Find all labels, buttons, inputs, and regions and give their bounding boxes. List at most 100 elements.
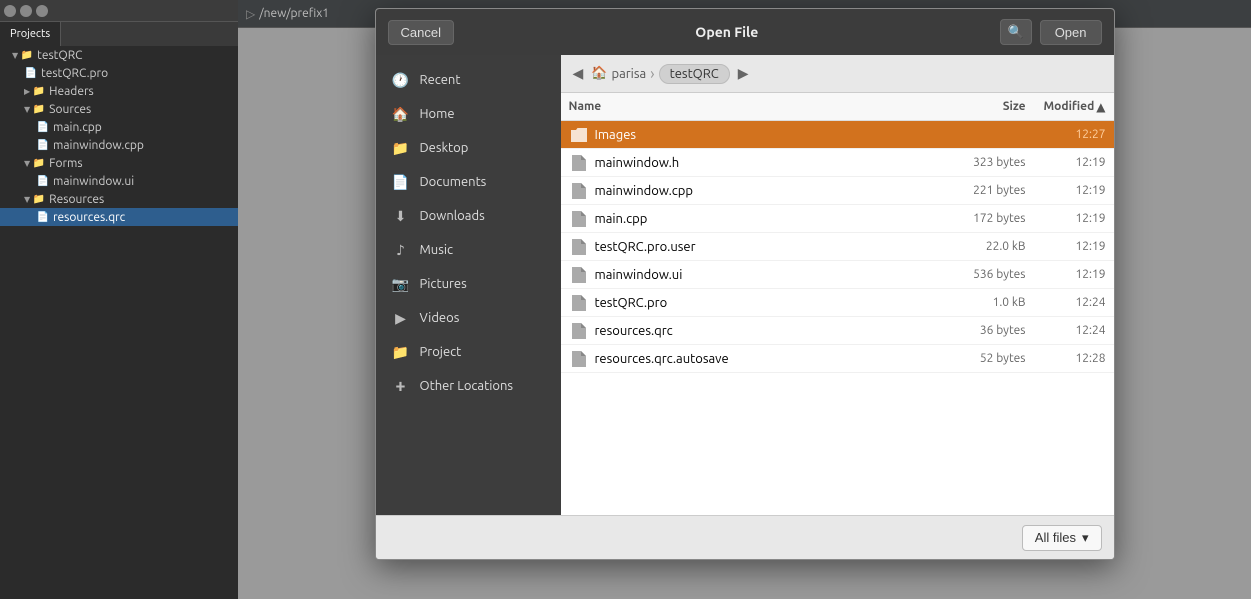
tab-projects[interactable]: Projects bbox=[0, 22, 61, 46]
file-icon bbox=[569, 237, 589, 257]
home-icon: 🏠 bbox=[591, 66, 607, 81]
tree-label: main.cpp bbox=[53, 121, 102, 134]
folder-icon: 📁 bbox=[32, 84, 46, 98]
file-icon bbox=[569, 349, 589, 369]
file-modified: 12:27 bbox=[1026, 128, 1106, 141]
file-row-main-cpp[interactable]: main.cpp 172 bytes 12:19 bbox=[561, 205, 1114, 233]
tree-item-mainwindow-ui[interactable]: 📄 mainwindow.ui bbox=[0, 172, 238, 190]
file-row-mainwindow-ui[interactable]: mainwindow.ui 536 bytes 12:19 bbox=[561, 261, 1114, 289]
search-button[interactable]: 🔍 bbox=[1000, 19, 1032, 45]
file-name: mainwindow.ui bbox=[595, 268, 936, 282]
tree-label: testQRC bbox=[37, 49, 82, 62]
file-name: mainwindow.cpp bbox=[595, 184, 936, 198]
pictures-icon: 📷 bbox=[392, 275, 410, 293]
nav-label: Documents bbox=[420, 175, 487, 189]
breadcrumb-sep: › bbox=[650, 65, 655, 83]
file-size: 52 bytes bbox=[936, 352, 1026, 365]
open-button[interactable]: Open bbox=[1040, 20, 1102, 45]
file-row-testqrc-pro-user[interactable]: testQRC.pro.user 22.0 kB 12:19 bbox=[561, 233, 1114, 261]
tree-item-testqrc-pro[interactable]: 📄 testQRC.pro bbox=[0, 64, 238, 82]
tree-item-forms[interactable]: ▼ 📁 Forms bbox=[0, 154, 238, 172]
nav-item-home[interactable]: 🏠 Home bbox=[376, 97, 561, 131]
file-icon bbox=[569, 153, 589, 173]
nav-item-documents[interactable]: 📄 Documents bbox=[376, 165, 561, 199]
tree-item-headers[interactable]: ▶ 📁 Headers bbox=[0, 82, 238, 100]
project-icon: 📁 bbox=[392, 343, 410, 361]
tree-item-sources[interactable]: ▼ 📁 Sources bbox=[0, 100, 238, 118]
file-modified: 12:19 bbox=[1026, 268, 1106, 281]
dialog-header: Cancel Open File 🔍 Open bbox=[376, 9, 1114, 55]
filter-arrow-icon: ▾ bbox=[1082, 530, 1089, 546]
tree-label: Headers bbox=[49, 85, 94, 98]
tree-item-resources-qrc[interactable]: 📄 resources.qrc bbox=[0, 208, 238, 226]
filter-label: All files bbox=[1035, 530, 1076, 545]
filter-dropdown[interactable]: All files ▾ bbox=[1022, 525, 1102, 551]
file-modified: 12:19 bbox=[1026, 156, 1106, 169]
file-name: resources.qrc bbox=[595, 324, 936, 338]
back-button[interactable]: ◀ bbox=[569, 63, 588, 84]
nav-item-other-locations[interactable]: + Other Locations bbox=[376, 369, 561, 403]
expand-arrow: ▼ bbox=[24, 105, 30, 114]
file-row-testqrc-pro[interactable]: testQRC.pro 1.0 kB 12:24 bbox=[561, 289, 1114, 317]
file-modified: 12:19 bbox=[1026, 212, 1106, 225]
nav-label: Home bbox=[420, 107, 455, 121]
cancel-button[interactable]: Cancel bbox=[388, 20, 454, 45]
file-size: 172 bytes bbox=[936, 212, 1026, 225]
documents-icon: 📄 bbox=[392, 173, 410, 191]
file-size: 221 bytes bbox=[936, 184, 1026, 197]
home-icon: 🏠 bbox=[392, 105, 410, 123]
expand-arrow: ▼ bbox=[24, 159, 30, 168]
dialog-overlay: Cancel Open File 🔍 Open 🕐 Recent 🏠 bbox=[238, 0, 1251, 599]
pro-icon: 📄 bbox=[24, 66, 38, 80]
tree-item-resources[interactable]: ▼ 📁 Resources bbox=[0, 190, 238, 208]
file-modified: 12:24 bbox=[1026, 296, 1106, 309]
nav-item-recent[interactable]: 🕐 Recent bbox=[376, 63, 561, 97]
nav-item-videos[interactable]: ▶ Videos bbox=[376, 301, 561, 335]
file-browser: ◀ 🏠 parisa › testQRC ▶ Name Size bbox=[561, 55, 1114, 515]
folder-icon bbox=[569, 125, 589, 145]
file-name: mainwindow.h bbox=[595, 156, 936, 170]
toolbar-btn-2[interactable] bbox=[20, 5, 32, 17]
file-row-mainwindow-cpp[interactable]: mainwindow.cpp 221 bytes 12:19 bbox=[561, 177, 1114, 205]
file-modified: 12:24 bbox=[1026, 324, 1106, 337]
tree-item-mainwindow-cpp[interactable]: 📄 mainwindow.cpp bbox=[0, 136, 238, 154]
file-list: Images 12:27 ma bbox=[561, 121, 1114, 515]
cpp-icon: 📄 bbox=[36, 138, 50, 152]
nav-item-music[interactable]: ♪ Music bbox=[376, 233, 561, 267]
file-name: testQRC.pro.user bbox=[595, 240, 936, 254]
toolbar-btn-1[interactable] bbox=[4, 5, 16, 17]
col-size-header[interactable]: Size bbox=[936, 100, 1026, 113]
nav-item-desktop[interactable]: 📁 Desktop bbox=[376, 131, 561, 165]
nav-label: Videos bbox=[420, 311, 460, 325]
videos-icon: ▶ bbox=[392, 309, 410, 327]
file-row-resources-qrc[interactable]: resources.qrc 36 bytes 12:24 bbox=[561, 317, 1114, 345]
tree-item-main-cpp[interactable]: 📄 main.cpp bbox=[0, 118, 238, 136]
open-file-dialog: Cancel Open File 🔍 Open 🕐 Recent 🏠 bbox=[375, 8, 1115, 560]
col-modified-header[interactable]: Modified ▲ bbox=[1026, 100, 1106, 114]
nav-item-project[interactable]: 📁 Project bbox=[376, 335, 561, 369]
breadcrumb-current[interactable]: testQRC bbox=[659, 64, 730, 84]
column-headers: Name Size Modified ▲ bbox=[561, 93, 1114, 121]
file-size: 323 bytes bbox=[936, 156, 1026, 169]
file-row-images[interactable]: Images 12:27 bbox=[561, 121, 1114, 149]
file-size: 1.0 kB bbox=[936, 296, 1026, 309]
nav-label: Recent bbox=[420, 73, 461, 87]
file-name: resources.qrc.autosave bbox=[595, 352, 936, 366]
file-name: Images bbox=[595, 128, 936, 142]
tree-item-testqrc[interactable]: ▼ 📁 testQRC bbox=[0, 46, 238, 64]
search-icon: 🔍 bbox=[1008, 24, 1024, 40]
tree-label: resources.qrc bbox=[53, 211, 125, 224]
file-row-mainwindow-h[interactable]: mainwindow.h 323 bytes 12:19 bbox=[561, 149, 1114, 177]
file-size: 536 bytes bbox=[936, 268, 1026, 281]
nav-label: Downloads bbox=[420, 209, 485, 223]
toolbar-btn-3[interactable] bbox=[36, 5, 48, 17]
file-row-resources-qrc-autosave[interactable]: resources.qrc.autosave 52 bytes 12:28 bbox=[561, 345, 1114, 373]
folder-icon: 📁 bbox=[32, 192, 46, 206]
dialog-body: 🕐 Recent 🏠 Home 📁 Desktop 📄 Documents bbox=[376, 55, 1114, 515]
nav-item-downloads[interactable]: ⬇ Downloads bbox=[376, 199, 561, 233]
expand-arrow: ▼ bbox=[12, 51, 18, 60]
col-name-header[interactable]: Name bbox=[569, 100, 936, 113]
nav-item-pictures[interactable]: 📷 Pictures bbox=[376, 267, 561, 301]
tree-label: testQRC.pro bbox=[41, 67, 108, 80]
forward-button[interactable]: ▶ bbox=[734, 63, 753, 84]
